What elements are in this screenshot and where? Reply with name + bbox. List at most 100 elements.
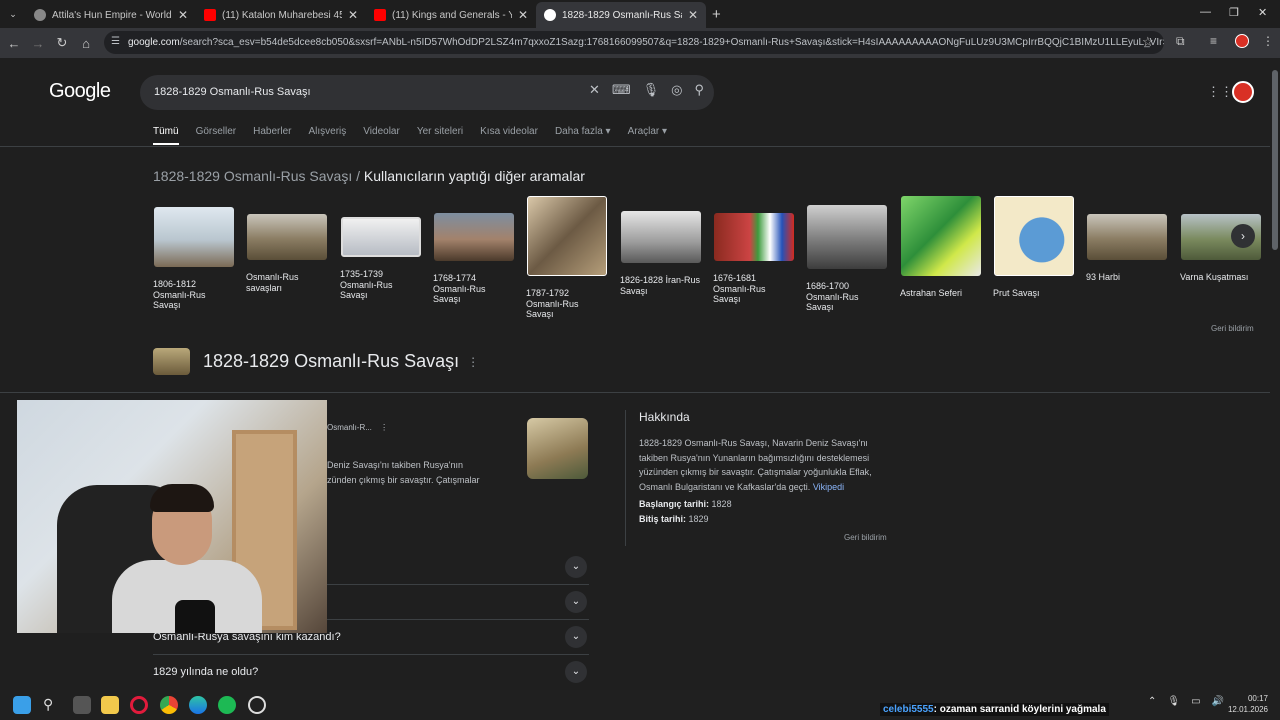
microphone-icon[interactable]: 🎙	[643, 82, 660, 98]
related-item[interactable]: Astrahan Seferi	[900, 196, 982, 299]
account-avatar[interactable]	[1232, 81, 1254, 103]
clock-date: 12.01.2026	[1227, 705, 1268, 714]
close-icon[interactable]: ✕	[178, 8, 188, 22]
related-label: Astrahan Seferi	[900, 288, 963, 298]
browser-tab-attila[interactable]: Attila's Hun Empire - World His ✕	[26, 2, 196, 28]
browser-tab-kings[interactable]: (11) Kings and Generals - YouT ✕	[366, 2, 536, 28]
related-label: 1686-1700 Osmanlı-Rus Savaşı	[806, 281, 859, 312]
tab-title: 1828-1829 Osmanlı-Rus Savaş	[562, 9, 682, 21]
feedback-link[interactable]: Geri bildirim	[844, 533, 887, 542]
close-icon[interactable]: ✕	[688, 8, 698, 22]
chevron-down-icon[interactable]: ⌄	[565, 661, 587, 683]
minimize-icon[interactable]: —	[1200, 6, 1211, 18]
file-explorer-icon[interactable]	[101, 696, 119, 714]
browser-tab-katalon[interactable]: (11) Katalon Muharebesi 451 - ✕	[196, 2, 366, 28]
snippet-source[interactable]: Osmanlı-R...	[327, 423, 372, 432]
tab-all[interactable]: Tümü	[153, 126, 179, 145]
scrollbar[interactable]	[1270, 58, 1280, 690]
related-image	[1087, 214, 1167, 260]
related-item[interactable]: 1768-1774 Osmanlı-Rus Savaşı	[433, 196, 515, 305]
chrome-icon[interactable]	[160, 696, 178, 714]
faq-item[interactable]: 1829 yılında ne oldu? ⌄	[153, 654, 589, 689]
tab-list-chevron-icon[interactable]: ⌄	[0, 9, 26, 20]
app-icon[interactable]	[248, 696, 266, 714]
scrollbar-thumb[interactable]	[1272, 70, 1278, 250]
media-icon[interactable]: ≡	[1210, 34, 1217, 48]
tab-tools[interactable]: Araçlar ▾	[628, 126, 668, 145]
site-info-icon[interactable]: ☰	[111, 36, 120, 47]
streamer-hair	[150, 484, 214, 512]
browser-tab-google[interactable]: 1828-1829 Osmanlı-Rus Savaş ✕	[536, 2, 706, 28]
close-icon[interactable]: ✕	[348, 8, 358, 22]
search-icon[interactable]: ⚲	[694, 82, 704, 98]
related-item[interactable]: 1806-1812 Osmanlı-Rus Savaşı	[153, 196, 235, 311]
related-item[interactable]: 1686-1700 Osmanlı-Rus Savaşı	[806, 196, 888, 313]
start-date-fact: Başlangıç tarihi: 1828	[639, 499, 889, 509]
display-icon[interactable]: ▭	[1191, 696, 1200, 707]
divider	[0, 392, 1270, 393]
tab-images[interactable]: Görseller	[196, 126, 237, 145]
close-icon[interactable]: ✕	[518, 8, 528, 22]
related-label: 1735-1739 Osmanlı-Rus Savaşı	[340, 269, 393, 300]
wikipedia-link[interactable]: Vikipedi	[813, 482, 844, 492]
back-icon[interactable]: ←	[2, 36, 26, 51]
new-tab-button[interactable]: +	[712, 6, 721, 23]
profile-avatar[interactable]	[1235, 34, 1249, 48]
maximize-icon[interactable]: ❐	[1229, 6, 1239, 19]
chevron-down-icon[interactable]: ⌄	[565, 555, 587, 578]
opera-icon[interactable]	[130, 696, 148, 714]
more-options-icon[interactable]: ⋮	[380, 423, 388, 432]
search-icon[interactable]: ⚲	[43, 696, 61, 714]
snippet-line: zünden çıkmış bir savaştır. Çatışmalar	[327, 475, 480, 485]
more-options-icon[interactable]: ⋮	[467, 355, 479, 369]
url-bar[interactable]: google.com/search?sca_esv=b54de5dcee8cb0…	[104, 31, 1164, 54]
google-logo[interactable]: Google	[49, 80, 111, 103]
related-item[interactable]: 1735-1739 Osmanlı-Rus Savaşı	[340, 196, 422, 301]
tab-videos[interactable]: Videolar	[363, 126, 400, 145]
lens-icon[interactable]: ◎	[671, 82, 682, 98]
volume-icon[interactable]: 🔊	[1212, 696, 1224, 707]
related-prefix[interactable]: 1828-1829 Osmanlı-Rus Savaşı	[153, 168, 352, 184]
related-title: Kullanıcıların yaptığı diğer aramalar	[363, 168, 585, 184]
tab-short-videos[interactable]: Kısa videolar	[480, 126, 538, 145]
tab-more[interactable]: Daha fazla ▾	[555, 126, 611, 145]
apps-grid-icon[interactable]: ⋮⋮	[1207, 84, 1233, 100]
entity-thumbnail[interactable]	[153, 348, 190, 375]
related-item[interactable]: 1676-1681 Osmanlı-Rus Savaşı	[713, 196, 795, 305]
related-item[interactable]: 93 Harbi	[1086, 196, 1168, 283]
bookmark-star-icon[interactable]: ☆	[1142, 34, 1154, 50]
menu-icon[interactable]: ⋮	[1262, 34, 1274, 48]
tray-expand-icon[interactable]: ⌃	[1148, 696, 1156, 707]
clear-icon[interactable]: ✕	[589, 82, 600, 98]
snippet-link-fragment[interactable]: ı	[325, 439, 480, 454]
keyboard-icon[interactable]: ⌨	[612, 82, 631, 98]
related-item[interactable]: Prut Savaşı	[993, 196, 1075, 299]
feedback-link[interactable]: Geri bildirim	[1211, 324, 1254, 333]
task-view-icon[interactable]	[73, 696, 91, 714]
tray-mic-icon[interactable]: 🎙	[1167, 696, 1180, 707]
tab-shopping[interactable]: Alışveriş	[309, 126, 347, 145]
extensions-icon[interactable]: ⧉	[1176, 34, 1185, 49]
tab-news[interactable]: Haberler	[253, 126, 291, 145]
forward-icon[interactable]: →	[26, 36, 50, 51]
tab-places[interactable]: Yer siteleri	[417, 126, 463, 145]
system-clock[interactable]: 00:17 12.01.2026	[1226, 693, 1268, 715]
snippet-image[interactable]	[527, 418, 588, 479]
edge-icon[interactable]	[189, 696, 207, 714]
spotify-icon[interactable]	[218, 696, 236, 714]
related-item[interactable]: 1826-1828 İran-Rus Savaşı	[620, 196, 702, 296]
chevron-down-icon[interactable]: ⌄	[565, 626, 587, 648]
chevron-down-icon[interactable]: ⌄	[565, 591, 587, 613]
search-box[interactable]: 1828-1829 Osmanlı-Rus Savaşı ✕ ⌨ 🎙 ◎ ⚲	[140, 75, 714, 110]
start-icon[interactable]	[13, 696, 31, 714]
result-snippet: Osmanlı-R... ⋮ ı Deniz Savaşı'nı takiben…	[325, 423, 480, 488]
about-text: 1828-1829 Osmanlı-Rus Savaşı, Navarin De…	[639, 436, 889, 494]
related-item[interactable]: 1787-1792 Osmanlı-Rus Savaşı	[526, 196, 608, 320]
related-item[interactable]: Osmanlı-Rus savaşları	[246, 196, 328, 293]
window-close-icon[interactable]: ✕	[1258, 6, 1267, 19]
entity-title: 1828-1829 Osmanlı-Rus Savaşı	[203, 351, 460, 371]
search-input[interactable]: 1828-1829 Osmanlı-Rus Savaşı	[154, 86, 311, 98]
carousel-next-button[interactable]: ›	[1231, 224, 1255, 248]
reload-icon[interactable]: ↻	[50, 35, 74, 51]
home-icon[interactable]: ⌂	[74, 36, 98, 51]
